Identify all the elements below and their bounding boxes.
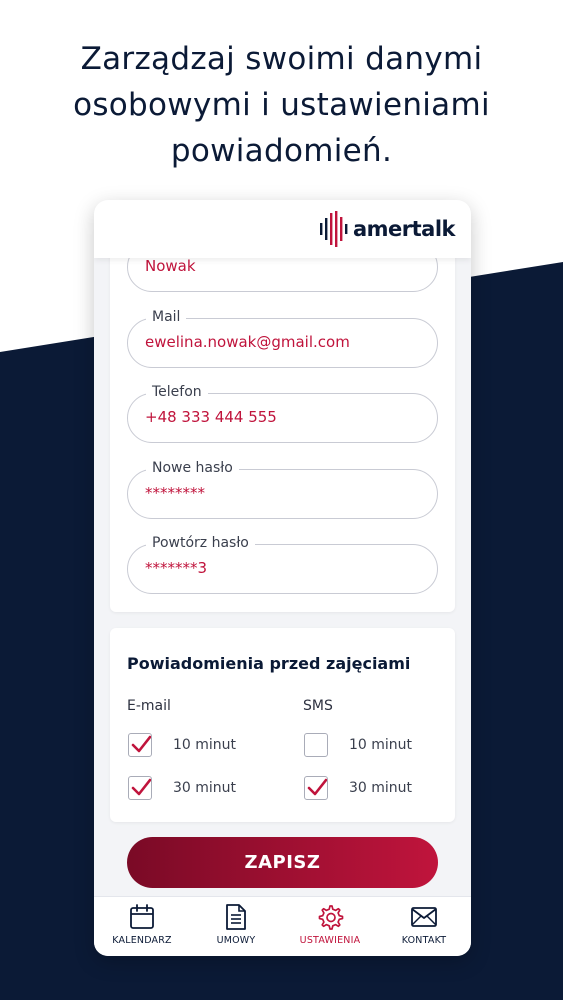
email-value: ewelina.nowak@gmail.com	[145, 333, 350, 351]
document-icon	[226, 904, 246, 930]
email-30-checkbox[interactable]	[128, 776, 152, 800]
email-10-label: 10 minut	[173, 737, 237, 753]
app-header: amertalk	[94, 200, 471, 258]
nav-label: USTAWIENIA	[299, 935, 361, 946]
new-password-field[interactable]: Nowe hasło ********	[127, 460, 438, 519]
headline-line: Zarządzaj swoimi danymi	[80, 41, 483, 77]
nav-label: KONTAKT	[401, 935, 447, 946]
nav-label: UMOWY	[216, 935, 256, 946]
nav-item-contracts[interactable]: UMOWY	[189, 903, 283, 946]
amertalk-logo: amertalk	[319, 210, 456, 248]
email-10-checkbox[interactable]	[128, 733, 152, 757]
headline: Zarządzaj swoimi danymi osobowymi i usta…	[0, 36, 563, 174]
checkmark-icon	[131, 735, 151, 753]
surname-value: Nowak	[145, 257, 196, 275]
repeat-password-label: Powtórz hasło	[146, 535, 255, 551]
phone-field[interactable]: Telefon +48 333 444 555	[127, 384, 438, 443]
repeat-password-field[interactable]: Powtórz hasło *******3	[127, 535, 438, 594]
gear-icon	[318, 905, 344, 930]
sms-30-label: 30 minut	[349, 780, 413, 796]
nav-item-calendar[interactable]: KALENDARZ	[95, 903, 189, 946]
sms-30-checkbox[interactable]	[304, 776, 328, 800]
repeat-password-value: *******3	[145, 559, 208, 577]
phone-field-label: Telefon	[146, 384, 208, 400]
new-password-value: ********	[145, 484, 205, 502]
phone-screen: amertalk Nowak Mail ewelina.nowak@gmail.…	[94, 200, 471, 956]
checkmark-icon	[131, 778, 151, 796]
bottom-navigation: KALENDARZ UMOWY USTAWIENIA KONTAKT	[94, 896, 471, 956]
email-field-label: Mail	[146, 309, 187, 325]
logo-text: amertalk	[352, 217, 456, 241]
notifications-title: Powiadomienia przed zajęciami	[127, 654, 411, 673]
notifications-card: Powiadomienia przed zajęciami E-mail SMS…	[110, 628, 455, 822]
sms-column-label: SMS	[303, 698, 333, 714]
calendar-icon	[130, 904, 154, 929]
headline-line: powiadomień.	[170, 133, 393, 169]
envelope-icon	[411, 907, 437, 927]
nav-item-contact[interactable]: KONTAKT	[377, 903, 471, 946]
sms-10-label: 10 minut	[349, 737, 413, 753]
save-button[interactable]: ZAPISZ	[127, 837, 438, 888]
personal-data-card: Nowak Mail ewelina.nowak@gmail.com Telef…	[110, 230, 455, 612]
headline-line: osobowymi i ustawieniami	[73, 87, 490, 123]
nav-label: KALENDARZ	[112, 935, 172, 946]
email-column-label: E-mail	[127, 698, 171, 714]
new-password-label: Nowe hasło	[146, 460, 239, 476]
nav-item-settings[interactable]: USTAWIENIA	[283, 903, 377, 946]
soundwave-logo-icon	[319, 211, 348, 247]
checkmark-icon	[307, 778, 327, 796]
email-30-label: 30 minut	[173, 780, 237, 796]
sms-10-checkbox[interactable]	[304, 733, 328, 757]
email-field[interactable]: Mail ewelina.nowak@gmail.com	[127, 309, 438, 368]
phone-value: +48 333 444 555	[145, 408, 277, 426]
